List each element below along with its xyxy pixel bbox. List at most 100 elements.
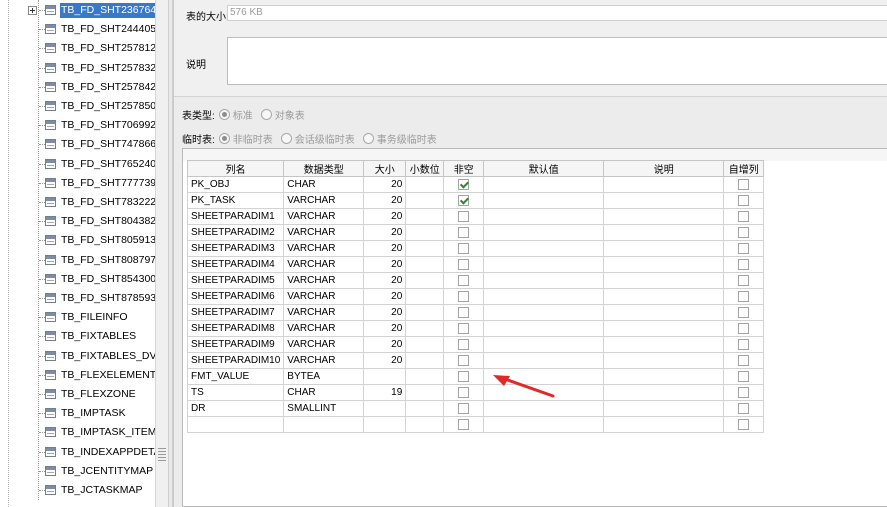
cell-name[interactable]	[186, 416, 285, 433]
not-null-checkbox[interactable]	[458, 402, 470, 414]
cell-name[interactable]: SHEETPARADIM6	[186, 288, 285, 305]
cell-name[interactable]: SHEETPARADIM8	[186, 320, 285, 337]
table-type-options-radio[interactable]: 标准	[218, 107, 253, 122]
auto-inc-checkbox[interactable]	[738, 370, 750, 382]
auto-inc-checkbox[interactable]	[738, 418, 750, 430]
table-row[interactable]: SHEETPARADIM7 VARCHAR 20	[186, 304, 765, 321]
cell-auto-inc[interactable]	[723, 272, 765, 289]
not-null-checkbox[interactable]	[458, 418, 470, 430]
table-row[interactable]: SHEETPARADIM3 VARCHAR 20	[186, 240, 765, 257]
table-row[interactable]: SHEETPARADIM1 VARCHAR 20	[186, 208, 765, 225]
auto-inc-checkbox[interactable]	[738, 306, 750, 318]
cell-not-null[interactable]	[443, 272, 485, 289]
cell-auto-inc[interactable]	[723, 336, 765, 353]
cell-comment[interactable]	[603, 192, 725, 209]
temp-table-options-radio[interactable]: 会话级临时表	[280, 131, 355, 146]
cell-name[interactable]: SHEETPARADIM3	[186, 240, 285, 257]
table-row[interactable]: SHEETPARADIM4 VARCHAR 20	[186, 256, 765, 273]
cell-scale[interactable]	[405, 224, 445, 241]
not-null-checkbox[interactable]	[458, 178, 470, 190]
cell-size[interactable]: 20	[363, 208, 407, 225]
cell-type[interactable]: VARCHAR	[283, 240, 365, 257]
auto-inc-checkbox[interactable]	[738, 338, 750, 350]
cell-size[interactable]: 20	[363, 288, 407, 305]
auto-inc-checkbox[interactable]	[738, 402, 750, 414]
cell-type[interactable]: CHAR	[283, 176, 365, 193]
tree-item[interactable]: TB_IMPTASK	[0, 404, 155, 423]
cell-auto-inc[interactable]	[723, 416, 765, 433]
cell-size[interactable]: 20	[363, 176, 407, 193]
tree-item[interactable]: TB_FILEINFO	[0, 308, 155, 327]
cell-comment[interactable]	[603, 256, 725, 273]
cell-size[interactable]: 20	[363, 192, 407, 209]
cell-default[interactable]	[483, 176, 605, 193]
table-row[interactable]: SHEETPARADIM6 VARCHAR 20	[186, 288, 765, 305]
cell-comment[interactable]	[603, 208, 725, 225]
cell-comment[interactable]	[603, 336, 725, 353]
cell-name[interactable]: SHEETPARADIM10	[186, 352, 285, 369]
cell-type[interactable]: VARCHAR	[283, 304, 365, 321]
cell-not-null[interactable]	[443, 208, 485, 225]
cell-not-null[interactable]	[443, 320, 485, 337]
auto-inc-checkbox[interactable]	[738, 178, 750, 190]
cell-scale[interactable]	[405, 336, 445, 353]
cell-default[interactable]	[483, 336, 605, 353]
cell-not-null[interactable]	[443, 416, 485, 433]
cell-size[interactable]: 20	[363, 336, 407, 353]
tree-item[interactable]: TB_FD_SHT2367642	[0, 1, 155, 20]
cell-comment[interactable]	[603, 240, 725, 257]
cell-name[interactable]: TS	[186, 384, 285, 401]
table-row[interactable]: FMT_VALUE BYTEA	[186, 368, 765, 385]
cell-name[interactable]: SHEETPARADIM1	[186, 208, 285, 225]
tree-item[interactable]: TB_FD_SHT7652408	[0, 155, 155, 174]
not-null-checkbox[interactable]	[458, 242, 470, 254]
cell-not-null[interactable]	[443, 176, 485, 193]
not-null-checkbox[interactable]	[458, 322, 470, 334]
cell-default[interactable]	[483, 208, 605, 225]
table-row[interactable]: PK_OBJ CHAR 20	[186, 176, 765, 193]
cell-size[interactable]: 20	[363, 352, 407, 369]
cell-default[interactable]	[483, 400, 605, 417]
cell-auto-inc[interactable]	[723, 400, 765, 417]
cell-auto-inc[interactable]	[723, 224, 765, 241]
cell-type[interactable]: VARCHAR	[283, 336, 365, 353]
cell-default[interactable]	[483, 320, 605, 337]
cell-auto-inc[interactable]	[723, 352, 765, 369]
auto-inc-checkbox[interactable]	[738, 322, 750, 334]
cell-auto-inc[interactable]	[723, 256, 765, 273]
tree-item[interactable]: TB_FLEXELEMENT	[0, 366, 155, 385]
cell-default[interactable]	[483, 224, 605, 241]
cell-name[interactable]: SHEETPARADIM2	[186, 224, 285, 241]
tree-item[interactable]: TB_FD_SHT2578505	[0, 97, 155, 116]
cell-scale[interactable]	[405, 240, 445, 257]
column-header[interactable]: 大小	[363, 160, 407, 177]
column-header[interactable]: 非空	[443, 160, 485, 177]
not-null-checkbox[interactable]	[458, 194, 470, 206]
not-null-checkbox[interactable]	[458, 306, 470, 318]
cell-scale[interactable]	[405, 272, 445, 289]
not-null-checkbox[interactable]	[458, 338, 470, 350]
cell-comment[interactable]	[603, 416, 725, 433]
tree-item[interactable]: TB_FD_SHT2578427	[0, 78, 155, 97]
cell-size[interactable]: 20	[363, 224, 407, 241]
cell-scale[interactable]	[405, 256, 445, 273]
not-null-checkbox[interactable]	[458, 370, 470, 382]
table-row[interactable]: SHEETPARADIM2 VARCHAR 20	[186, 224, 765, 241]
column-header[interactable]: 自增列	[723, 160, 765, 177]
table-row[interactable]	[186, 416, 765, 433]
cell-comment[interactable]	[603, 400, 725, 417]
cell-scale[interactable]	[405, 352, 445, 369]
expand-toggle-icon[interactable]	[28, 6, 37, 15]
cell-not-null[interactable]	[443, 400, 485, 417]
tree-item[interactable]: TB_FD_SHT2444053	[0, 20, 155, 39]
tree-item[interactable]: TB_JCENTITYMAP	[0, 462, 155, 481]
cell-type[interactable]	[283, 416, 365, 433]
cell-scale[interactable]	[405, 288, 445, 305]
temp-table-options-radio[interactable]: 非临时表	[218, 131, 273, 146]
auto-inc-checkbox[interactable]	[738, 258, 750, 270]
cell-default[interactable]	[483, 352, 605, 369]
cell-default[interactable]	[483, 272, 605, 289]
cell-auto-inc[interactable]	[723, 368, 765, 385]
cell-type[interactable]: BYTEA	[283, 368, 365, 385]
cell-name[interactable]: PK_TASK	[186, 192, 285, 209]
